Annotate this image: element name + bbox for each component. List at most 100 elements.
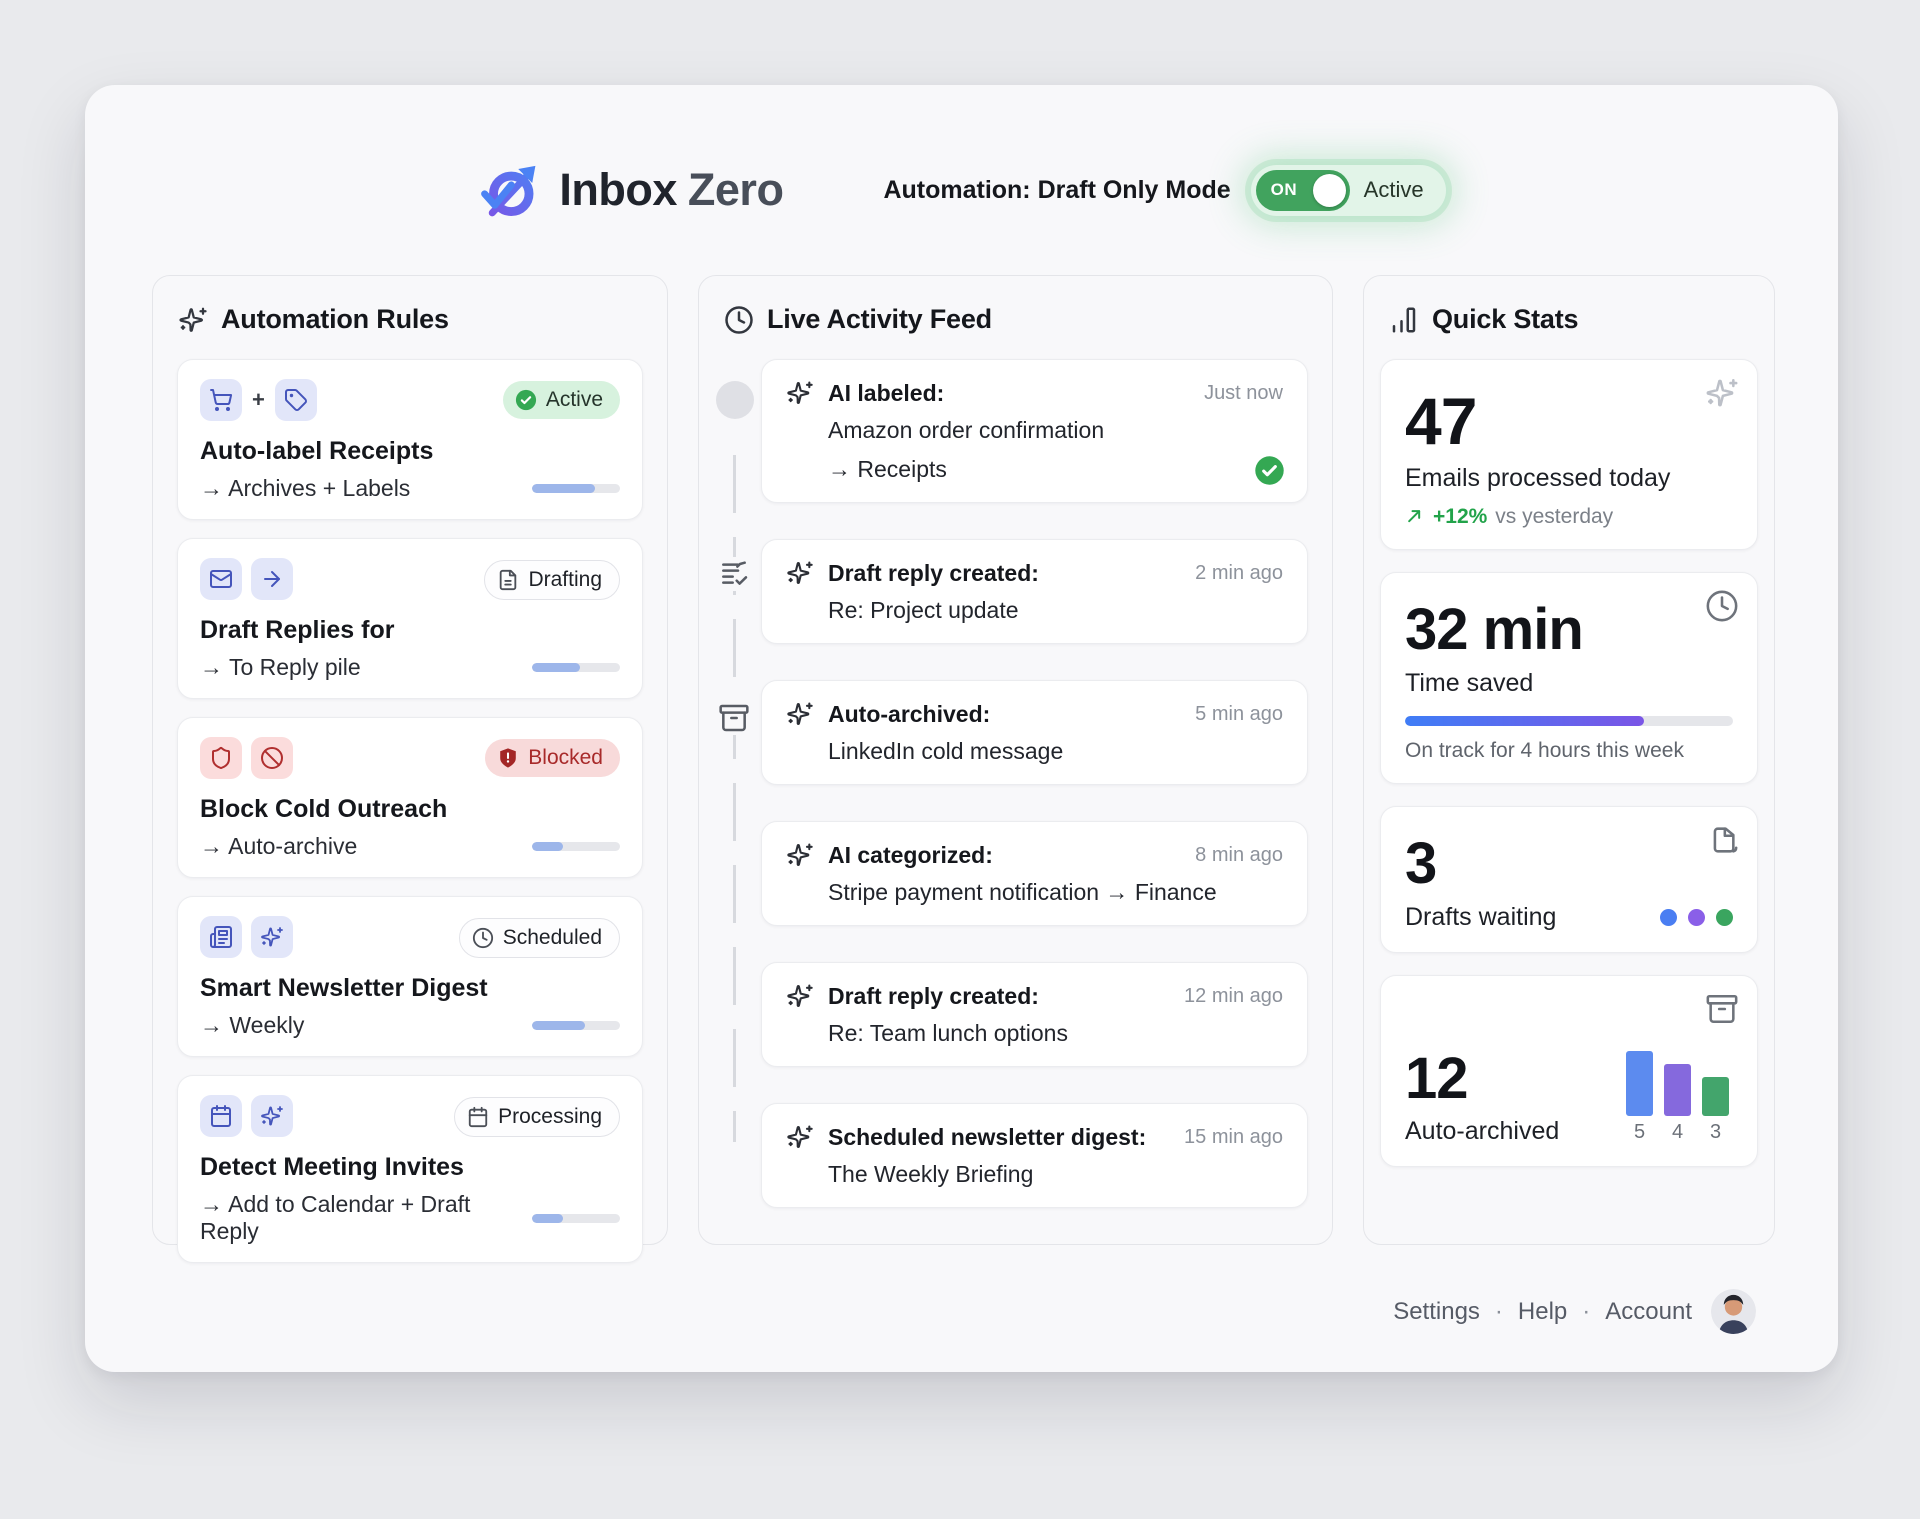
sparkles-icon [786, 1123, 814, 1151]
feed-panel-title: Live Activity Feed [767, 304, 992, 335]
dot-purple [1688, 909, 1705, 926]
dot-blue [1660, 909, 1677, 926]
auto-archived-bar-chart: 5 4 3 [1626, 1051, 1729, 1144]
feed-item-detail2: → Receipts [828, 454, 1283, 485]
feed-item-detail: Amazon order confirmation [828, 415, 1283, 446]
feed-item-title: Draft reply created: [828, 983, 1039, 1010]
status-badge-scheduled: Scheduled [459, 918, 620, 958]
feed-item-detail: LinkedIn cold message [828, 736, 1283, 767]
rule-title: Draft Replies for [200, 616, 620, 645]
rule-card-detect-meeting-invites[interactable]: Processing Detect Meeting Invites → Add … [177, 1075, 643, 1263]
logo: InboxZero [477, 157, 783, 223]
automation-rules-panel: Automation Rules + Active Auto-label Rec… [152, 275, 668, 1245]
stats-panel-header: Quick Stats [1364, 304, 1774, 335]
rule-title: Auto-label Receipts [200, 437, 620, 466]
sparkles-icon [786, 982, 814, 1010]
feed-item-ai-labeled[interactable]: AI labeled: Just now Amazon order confir… [761, 359, 1308, 503]
trending-up-icon [1405, 507, 1425, 527]
timeline-dot [716, 381, 754, 419]
rules-panel-title: Automation Rules [221, 304, 449, 335]
bar-purple [1664, 1064, 1691, 1116]
newspaper-icon [200, 916, 242, 958]
rule-progress [532, 1214, 620, 1223]
status-badge-processing: Processing [454, 1097, 620, 1137]
calendar-icon [467, 1106, 489, 1128]
file-text-icon [497, 569, 519, 591]
check-circle-icon [515, 389, 537, 411]
stat-delta: +12% [1433, 505, 1487, 529]
account-link[interactable]: Account [1605, 1298, 1692, 1326]
page-title: InboxZero [559, 164, 783, 216]
rule-action: → Auto-archive [200, 833, 357, 860]
feed-item-newsletter-digest[interactable]: Scheduled newsletter digest: 15 min ago … [761, 1103, 1308, 1208]
feed-list: AI labeled: Just now Amazon order confir… [761, 359, 1308, 1208]
feed-item-detail: Re: Team lunch options [828, 1018, 1283, 1049]
archive-icon [1705, 992, 1739, 1031]
rule-card-draft-replies[interactable]: Drafting Draft Replies for → To Reply pi… [177, 538, 643, 699]
rule-action: → Add to Calendar + Draft Reply [200, 1191, 522, 1245]
feed-item-time: 15 min ago [1172, 1126, 1283, 1149]
stat-card-emails-processed: 47 Emails processed today +12% vs yester… [1380, 359, 1758, 550]
stat-label: Time saved [1405, 669, 1733, 698]
rule-card-newsletter-digest[interactable]: Scheduled Smart Newsletter Digest → Week… [177, 896, 643, 1057]
rule-title: Detect Meeting Invites [200, 1153, 620, 1182]
feed-item-time: 2 min ago [1183, 562, 1283, 585]
quick-stats-panel: Quick Stats 47 Emails processed today +1… [1363, 275, 1775, 1245]
stat-value: 3 [1405, 833, 1733, 896]
rule-progress [532, 1021, 620, 1030]
calendar-icon [200, 1095, 242, 1137]
rule-card-block-cold-outreach[interactable]: Blocked Block Cold Outreach → Auto-archi… [177, 717, 643, 878]
status-label: Blocked [528, 746, 603, 770]
bar-blue [1626, 1051, 1653, 1116]
automation-toggle[interactable]: ON Active [1251, 165, 1446, 216]
status-label: Processing [498, 1105, 602, 1129]
feed-item-title: Scheduled newsletter digest: [828, 1124, 1146, 1151]
user-avatar[interactable] [1711, 1289, 1756, 1334]
feed-item-auto-archived[interactable]: Auto-archived: 5 min ago LinkedIn cold m… [761, 680, 1308, 785]
rule-action: → Archives + Labels [200, 475, 410, 502]
feed-item-title: AI labeled: [828, 380, 944, 407]
rule-action: → To Reply pile [200, 654, 361, 681]
feed-item-title: Auto-archived: [828, 701, 990, 728]
copy-icon [1705, 823, 1739, 862]
bar-green [1702, 1077, 1729, 1116]
sparkles-icon [786, 841, 814, 869]
stat-value: 32 min [1405, 599, 1733, 662]
status-label: Active [546, 388, 603, 412]
feed-item-time: 12 min ago [1172, 985, 1283, 1008]
rule-card-auto-label-receipts[interactable]: + Active Auto-label Receipts → Archives … [177, 359, 643, 520]
stat-delta-row: +12% vs yesterday [1405, 505, 1733, 529]
feed-item-time: 8 min ago [1183, 844, 1283, 867]
feed-item-draft-reply-lunch[interactable]: Draft reply created: 12 min ago Re: Team… [761, 962, 1308, 1067]
help-link[interactable]: Help [1518, 1298, 1567, 1326]
sparkles-icon [251, 916, 293, 958]
mail-icon [200, 558, 242, 600]
sparkles-icon [178, 305, 208, 335]
rule-title: Smart Newsletter Digest [200, 974, 620, 1003]
activity-timeline-rail [709, 359, 761, 1208]
archive-icon [718, 701, 752, 735]
arrow-right-icon [251, 558, 293, 600]
time-saved-progress [1405, 716, 1733, 726]
settings-link[interactable]: Settings [1393, 1298, 1480, 1326]
clock-icon [1705, 589, 1739, 628]
check-circle-icon [1254, 455, 1285, 486]
live-activity-feed-panel: Live Activity Feed [698, 275, 1333, 1245]
feed-item-draft-reply-project[interactable]: Draft reply created: 2 min ago Re: Proje… [761, 539, 1308, 644]
shield-icon [200, 737, 242, 779]
stat-label: Drafts waiting [1405, 903, 1556, 932]
status-badge-active: Active [503, 381, 620, 419]
stat-value: 12 [1405, 1048, 1559, 1111]
clock-icon [724, 305, 754, 335]
feed-item-ai-categorized[interactable]: AI categorized: 8 min ago Stripe payment… [761, 821, 1308, 926]
automation-mode: Automation: Draft Only Mode ON Active [883, 165, 1445, 216]
bar-value-label: 5 [1634, 1121, 1645, 1144]
toggle-knob[interactable] [1313, 174, 1346, 207]
footer: Settings · Help · Account [1393, 1289, 1756, 1334]
sparkles-icon [786, 700, 814, 728]
status-label: Drafting [528, 568, 602, 592]
stat-delta-suffix: vs yesterday [1495, 505, 1613, 529]
separator: · [1495, 1298, 1503, 1326]
toggle-pill[interactable]: ON [1256, 170, 1350, 211]
header: InboxZero Automation: Draft Only Mode ON… [85, 85, 1838, 275]
